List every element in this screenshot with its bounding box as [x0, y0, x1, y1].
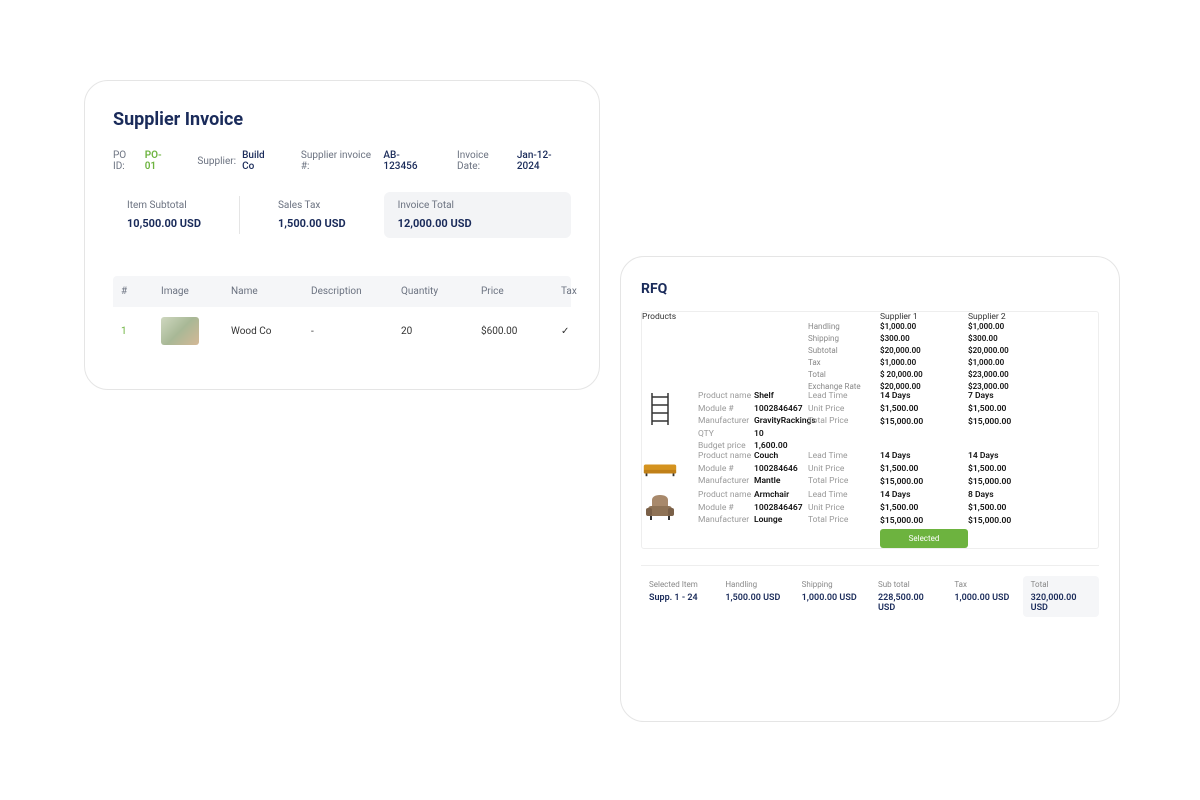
supplier-1-shelf: 14 Days $1,500.00 $15,000.00 [880, 391, 968, 451]
row-qty: 20 [401, 326, 471, 337]
shelf-icon [648, 391, 672, 427]
supplier-invoice-field: Supplier invoice #: AB-123456 [301, 150, 431, 172]
products-header: Products [642, 312, 880, 322]
summary-blank [642, 322, 808, 391]
product-metrics-couch: Lead Time Unit Price Total Price [808, 451, 880, 490]
supplier-2-shelf: 7 Days $1,500.00 $15,000.00 [968, 391, 1056, 451]
product-metrics-shelf: Lead Time Unit Price Total Price [808, 391, 880, 451]
item-subtotal-cell: Item Subtotal 10,500.00 USD [113, 192, 215, 238]
po-id-field: PO ID: PO-01 [113, 150, 171, 172]
sales-tax-cell: Sales Tax 1,500.00 USD [264, 192, 360, 238]
col-name: Name [231, 286, 301, 297]
checkmark-icon: ✓ [561, 326, 600, 337]
col-description: Description [311, 286, 391, 297]
supplier-field: Supplier: Build Co [197, 150, 274, 172]
po-id-label: PO ID: [113, 150, 139, 172]
footer-shipping: Shipping 1,000.00 USD [794, 576, 870, 617]
col-quantity: Quantity [401, 286, 471, 297]
supplier-1-couch: 14 Days $1,500.00 $15,000.00 [880, 451, 968, 490]
summary-labels: Handling Shipping Subtotal Tax Total Exc… [808, 322, 880, 391]
rfq-card: RFQ Products Supplier 1 Supplier 2 Handl… [620, 256, 1120, 722]
footer-total: Total 320,000.00 USD [1023, 576, 1099, 617]
supplier-label: Supplier: [197, 156, 236, 167]
invoice-summary: Item Subtotal 10,500.00 USD Sales Tax 1,… [113, 192, 571, 238]
row-number: 1 [121, 326, 151, 337]
product-info-armchair: Product nameArmchair Module #1002846467 … [698, 490, 808, 529]
supplier-1-header[interactable]: Supplier 1 [880, 312, 968, 322]
supplier-invoice-label: Supplier invoice #: [301, 150, 378, 172]
product-image-shelf [642, 391, 698, 451]
invoice-total-cell: Invoice Total 12,000.00 USD [384, 192, 571, 238]
summary-supplier-1: $1,000.00 $300.00 $20,000.00 $1,000.00 $… [880, 322, 968, 391]
supplier-2-couch: 14 Days $1,500.00 $15,000.00 [968, 451, 1056, 490]
product-image-armchair [642, 490, 698, 529]
supplier-invoice-card: Supplier Invoice PO ID: PO-01 Supplier: … [84, 80, 600, 390]
divider [239, 196, 240, 234]
invoice-total-label: Invoice Total [398, 200, 557, 211]
armchair-icon [644, 494, 676, 522]
item-subtotal-label: Item Subtotal [127, 200, 201, 211]
col-tax: Tax [561, 286, 600, 297]
product-image-couch [642, 451, 698, 490]
footer-subtotal: Sub total 228,500.00 USD [870, 576, 946, 617]
col-num: # [121, 286, 151, 297]
row-desc: - [311, 326, 391, 337]
supplier-2-header[interactable]: Supplier 2 [968, 312, 1056, 322]
row-price: $600.00 [481, 326, 551, 337]
invoice-date-value: Jan-12-2024 [517, 150, 571, 172]
supplier-1-selected-cell: Selected [880, 529, 968, 548]
selected-button[interactable]: Selected [880, 529, 968, 548]
summary-supplier-2: $1,000.00 $300.00 $20,000.00 $1,000.00 $… [968, 322, 1056, 391]
item-subtotal-value: 10,500.00 USD [127, 217, 201, 230]
table-row[interactable]: 1 Wood Co - 20 $600.00 ✓ 12,000.00 [113, 307, 571, 355]
supplier-2-action-cell[interactable] [968, 529, 1056, 548]
couch-icon [642, 460, 678, 478]
invoice-date-field: Invoice Date: Jan-12-2024 [457, 150, 571, 172]
supplier-value: Build Co [242, 150, 275, 172]
invoice-table-header: # Image Name Description Quantity Price … [113, 276, 571, 307]
supplier-invoice-value: AB-123456 [383, 150, 431, 172]
product-thumb [161, 317, 221, 345]
supplier-2-armchair: 8 Days $1,500.00 $15,000.00 [968, 490, 1056, 529]
rfq-comparison-table: Products Supplier 1 Supplier 2 Handling … [641, 311, 1099, 549]
po-id-value[interactable]: PO-01 [145, 150, 172, 172]
invoice-line-items-table: # Image Name Description Quantity Price … [113, 276, 571, 355]
rfq-title: RFQ [641, 281, 1099, 297]
invoice-header: PO ID: PO-01 Supplier: Build Co Supplier… [113, 150, 571, 172]
sales-tax-label: Sales Tax [278, 200, 346, 211]
product-info-couch: Product nameCouch Module #100284646 Manu… [698, 451, 808, 490]
invoice-total-value: 12,000.00 USD [398, 217, 557, 230]
footer-handling: Handling 1,500.00 USD [717, 576, 793, 617]
rfq-footer: Selected Item Supp. 1 - 24 Handling 1,50… [641, 565, 1099, 617]
product-metrics-armchair: Lead Time Unit Price Total Price [808, 490, 880, 529]
row-name: Wood Co [231, 326, 301, 337]
action-blank [642, 529, 880, 548]
sales-tax-value: 1,500.00 USD [278, 217, 346, 230]
invoice-title: Supplier Invoice [113, 109, 571, 130]
col-price: Price [481, 286, 551, 297]
product-info-shelf: Product nameShelf Module #1002846467 Man… [698, 391, 808, 451]
invoice-date-label: Invoice Date: [457, 150, 511, 172]
col-image: Image [161, 286, 221, 297]
supplier-1-armchair: 14 Days $1,500.00 $15,000.00 [880, 490, 968, 529]
footer-tax: Tax 1,000.00 USD [946, 576, 1022, 617]
footer-selected-item: Selected Item Supp. 1 - 24 [641, 576, 717, 617]
